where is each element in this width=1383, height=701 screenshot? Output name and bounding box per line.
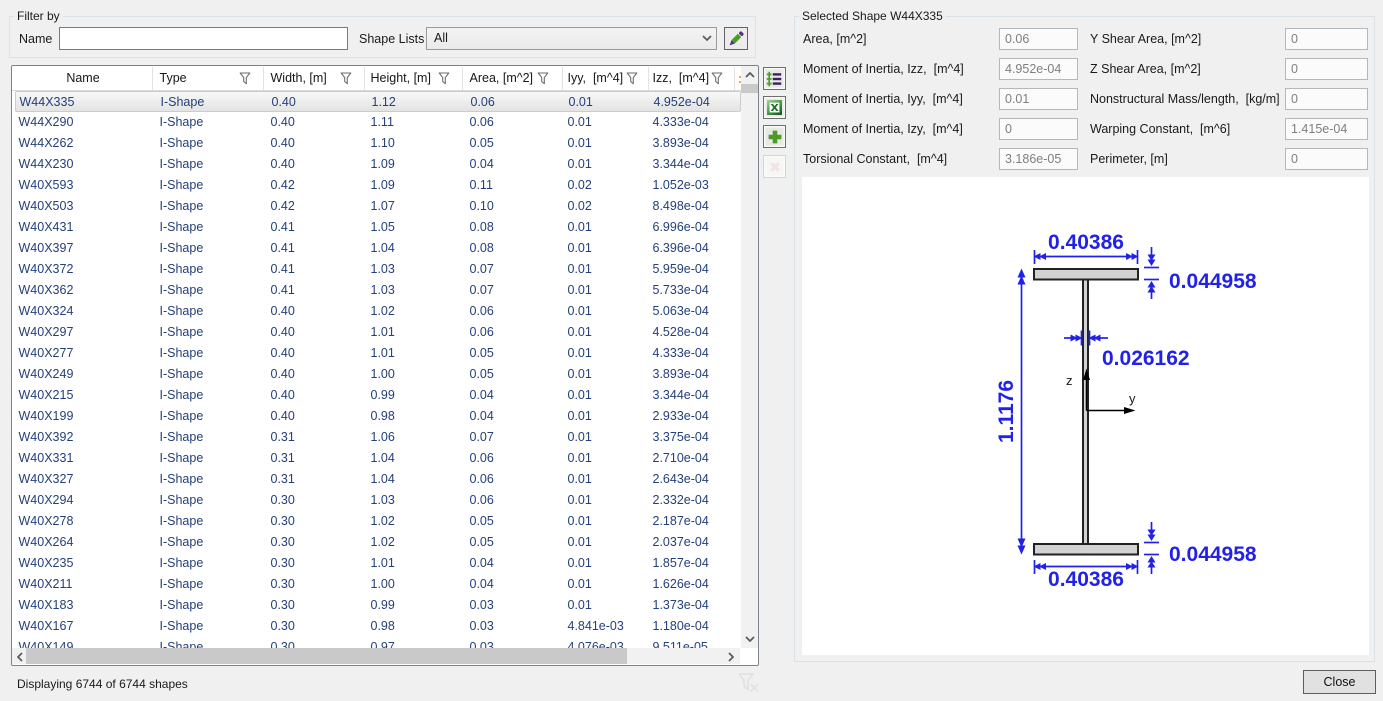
svg-text:0.026162: 0.026162 bbox=[1102, 347, 1190, 370]
svg-text:0.044958: 0.044958 bbox=[1169, 543, 1257, 566]
svg-text:0.044958: 0.044958 bbox=[1169, 270, 1257, 293]
svg-text:0.40386: 0.40386 bbox=[1048, 568, 1124, 591]
svg-text:z: z bbox=[1066, 373, 1073, 388]
svg-text:1.1176: 1.1176 bbox=[995, 380, 1018, 443]
svg-text:0.40386: 0.40386 bbox=[1048, 231, 1124, 254]
svg-text:y: y bbox=[1129, 391, 1136, 406]
